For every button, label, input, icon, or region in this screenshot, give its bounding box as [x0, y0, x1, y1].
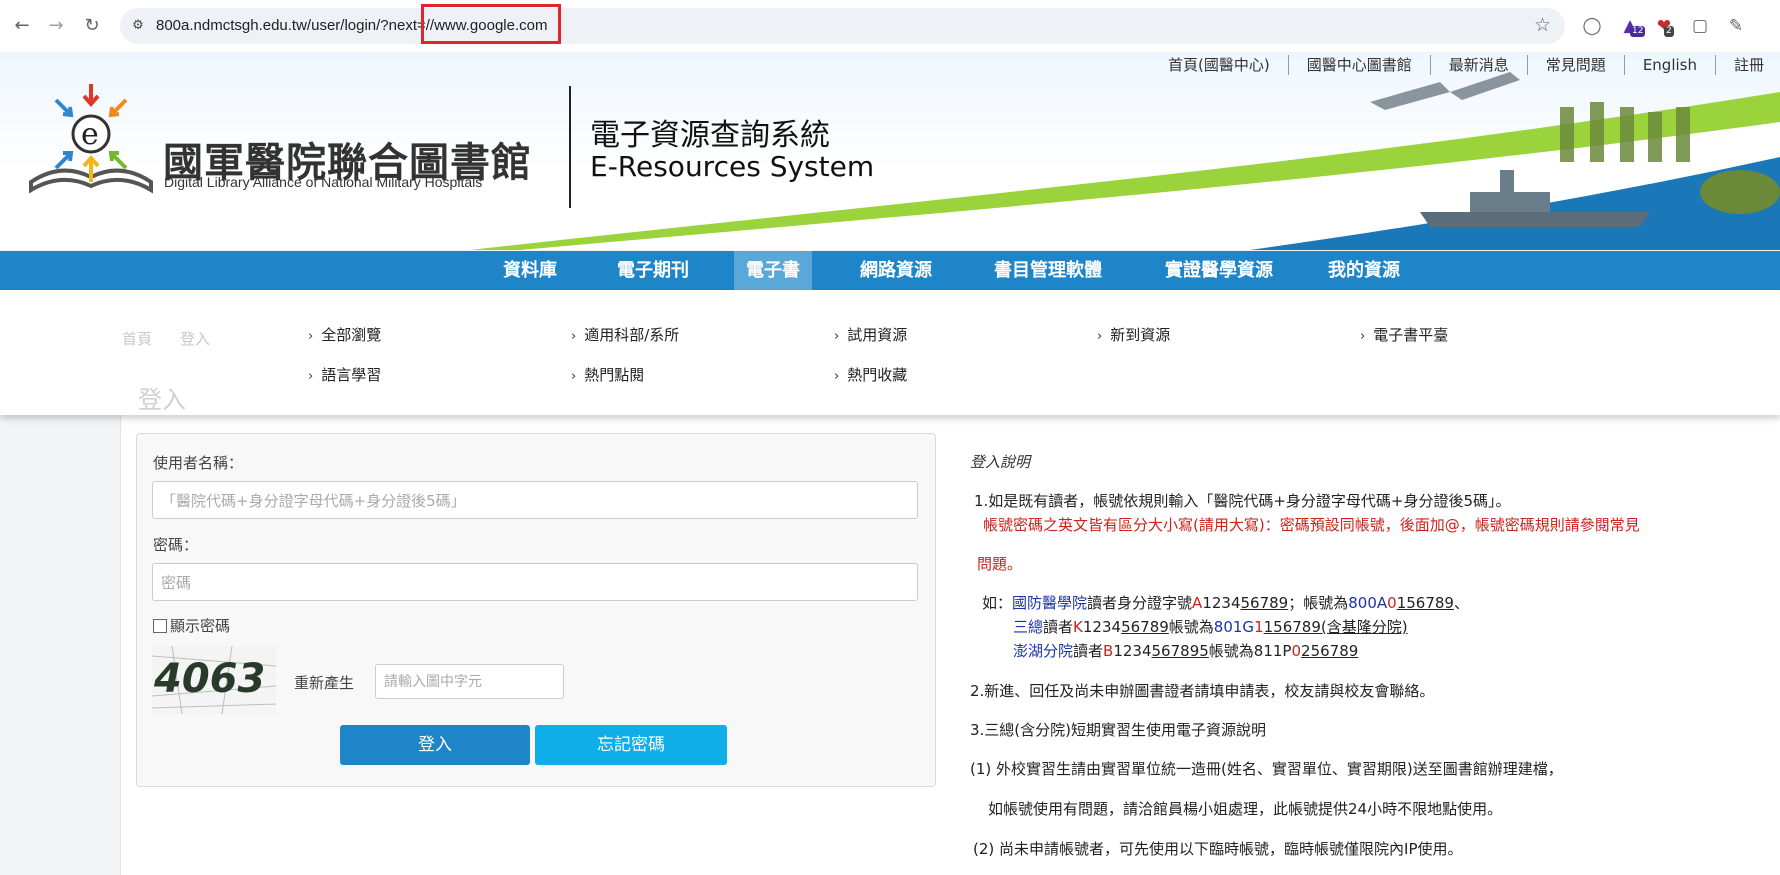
- example-line: 三總讀者K123456789帳號為801G1156789(含基隆分院): [1013, 618, 1408, 636]
- show-password-label[interactable]: 顯示密碼: [170, 615, 230, 636]
- chevron-right-icon: ›: [571, 329, 577, 344]
- dropdown-item[interactable]: › 全部瀏覽: [308, 324, 381, 345]
- password-label: 密碼：: [153, 536, 199, 554]
- topnav-link[interactable]: 最新消息: [1431, 55, 1528, 75]
- topnav-link[interactable]: English: [1625, 55, 1716, 75]
- extensions-puzzle-icon[interactable]: ✎: [1724, 14, 1748, 38]
- main-navigation: 資料庫 電子期刊 電子書 網路資源 書目管理軟體 實證醫學資源 我的資源: [0, 251, 1780, 290]
- address-bar[interactable]: ⚙ 800a.ndmctsgh.edu.tw/user/login/?next=…: [120, 8, 1565, 44]
- chevron-right-icon: ›: [1097, 329, 1103, 344]
- site-settings-icon[interactable]: ⚙: [128, 16, 148, 36]
- dropdown-item[interactable]: › 適用科部/系所: [571, 324, 679, 345]
- captcha-image: 4063: [152, 646, 276, 714]
- chevron-right-icon: ›: [308, 369, 314, 384]
- topnav-link[interactable]: 常見問題: [1528, 55, 1625, 75]
- topnav-link[interactable]: 註冊: [1716, 55, 1768, 75]
- ebook-dropdown-menu: › 全部瀏覽 › 適用科部/系所 › 試用資源 › 新到資源 › 電子書平臺 › 語言學習 …: [0, 290, 1780, 415]
- reload-icon[interactable]: ↻: [80, 14, 104, 38]
- chevron-right-icon: ›: [834, 329, 840, 344]
- url-highlight-box: [421, 4, 561, 44]
- show-password-checkbox[interactable]: [153, 619, 167, 633]
- dropdown-item[interactable]: › 新到資源: [1097, 324, 1170, 345]
- left-gutter: [0, 415, 121, 875]
- header-divider: [569, 86, 571, 208]
- nav-tab-ejournals[interactable]: 電子期刊: [605, 251, 701, 290]
- instruction-warning: 帳號密碼之英文皆有區分大小寫(請用大寫)：密碼預設同帳號，後面加@，帳號密碼規則…: [983, 516, 1640, 534]
- nav-tab-ebooks[interactable]: 電子書: [734, 251, 812, 290]
- library-subtitle: Digital Library Alliance of National Mil…: [164, 174, 483, 190]
- username-label: 使用者名稱：: [153, 454, 244, 472]
- nav-tab-ebm-resources[interactable]: 實證醫學資源: [1151, 251, 1287, 290]
- username-input[interactable]: 「醫院代碼+身分證字母代碼+身分證後5碼」: [152, 481, 918, 519]
- example-line: 澎湖分院讀者B1234567895帳號為811P0256789: [1013, 642, 1359, 660]
- topnav-link[interactable]: 首頁(國醫中心): [1150, 55, 1289, 75]
- regenerate-captcha-link[interactable]: 重新產生: [294, 672, 354, 693]
- instruction-line: 1.如是既有讀者，帳號依規則輸入「醫院代碼+身分證字母代碼+身分證後5碼」。: [974, 492, 1511, 510]
- chevron-right-icon: ›: [834, 369, 840, 384]
- extension-badge: 12: [1630, 26, 1646, 37]
- chevron-right-icon: ›: [571, 369, 577, 384]
- extension-circle-icon[interactable]: ◯: [1580, 14, 1604, 38]
- chevron-right-icon: ›: [1360, 329, 1366, 344]
- browser-toolbar: ← → ↻ ⚙ 800a.ndmctsgh.edu.tw/user/login/…: [0, 0, 1780, 53]
- nav-tab-web-resources[interactable]: 網路資源: [848, 251, 944, 290]
- chevron-right-icon: ›: [308, 329, 314, 344]
- system-title: 電子資源查詢系統: [590, 118, 830, 153]
- dropdown-item[interactable]: › 電子書平臺: [1360, 324, 1448, 345]
- instruction-line: 2.新進、回任及尚未申辦圖書證者請填申請表，校友請與校友會聯絡。: [970, 682, 1435, 700]
- forgot-password-button[interactable]: 忘記密碼: [535, 725, 727, 765]
- dropdown-item[interactable]: › 語言學習: [308, 364, 381, 385]
- nav-tab-my-resources[interactable]: 我的資源: [1318, 251, 1410, 290]
- dropdown-item[interactable]: › 熱門點閱: [571, 364, 644, 385]
- back-arrow-icon[interactable]: ←: [10, 14, 34, 38]
- forward-arrow-icon[interactable]: →: [44, 14, 68, 38]
- dropdown-item[interactable]: › 試用資源: [834, 324, 907, 345]
- site-header: 首頁(國醫中心) 國醫中心圖書館 最新消息 常見問題 English 註冊 e …: [0, 52, 1780, 250]
- instruction-line: 3.三總(含分院)短期實習生使用電子資源說明: [970, 721, 1267, 739]
- breadcrumb-login: 登入: [180, 330, 211, 348]
- system-subtitle: E-Resources System: [590, 150, 875, 183]
- extension-badge: 2: [1664, 26, 1674, 37]
- page-title: 登入: [138, 386, 186, 414]
- captcha-input[interactable]: 請輸入圖中字元: [375, 664, 564, 699]
- library-logo-icon: e: [29, 84, 153, 194]
- instruction-line: (2) 尚未申請帳號者，可先使用以下臨時帳號，臨時帳號僅限院內IP使用。: [973, 840, 1463, 858]
- nav-tab-databases[interactable]: 資料庫: [492, 251, 568, 290]
- svg-text:e: e: [81, 117, 99, 152]
- extension-link-icon[interactable]: ❤ 2: [1652, 14, 1676, 38]
- password-input[interactable]: 密碼: [152, 563, 918, 601]
- example-line: 如：國防醫學院讀者身分證字號A123456789；帳號為800A0156789、: [982, 594, 1469, 612]
- extension-hat-icon[interactable]: ▲ 12: [1618, 14, 1646, 38]
- topnav-link[interactable]: 國醫中心圖書館: [1289, 55, 1431, 75]
- login-button[interactable]: 登入: [340, 725, 530, 765]
- breadcrumb-home[interactable]: 首頁: [122, 328, 152, 349]
- svg-text:4063: 4063: [153, 656, 265, 702]
- bookmark-star-icon[interactable]: ☆: [1534, 14, 1551, 36]
- instruction-warning: 問題。: [977, 555, 1023, 573]
- top-utility-nav: 首頁(國醫中心) 國醫中心圖書館 最新消息 常見問題 English 註冊: [1150, 55, 1768, 75]
- instruction-line: 如帳號使用有問題，請洽館員楊小姐處理，此帳號提供24小時不限地點使用。: [988, 800, 1503, 818]
- login-instructions-heading: 登入說明: [970, 453, 1031, 471]
- extension-chat-icon[interactable]: ▢: [1688, 14, 1712, 38]
- dropdown-item[interactable]: › 熱門收藏: [834, 364, 907, 385]
- nav-tab-reference-software[interactable]: 書目管理軟體: [980, 251, 1116, 290]
- instruction-line: (1) 外校實習生請由實習單位統一造冊(姓名、實習單位、實習期限)送至圖書館辦理…: [970, 760, 1563, 778]
